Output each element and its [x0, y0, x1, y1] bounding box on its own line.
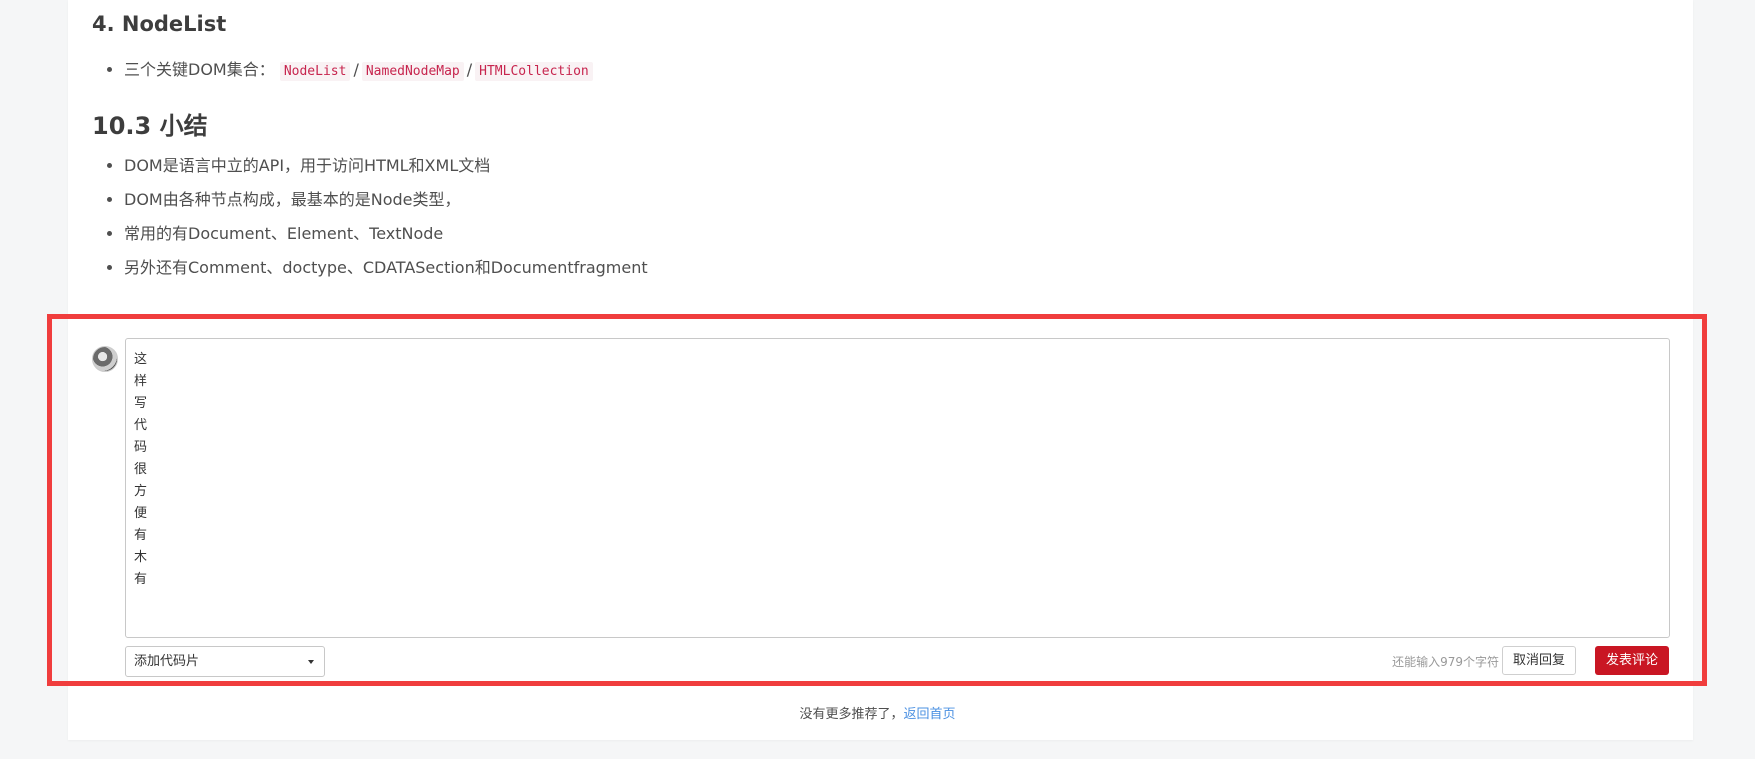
caret-down-icon	[308, 660, 314, 664]
submit-comment-button[interactable]: 发表评论	[1595, 646, 1669, 675]
comment-text-value: 这样写代码很方便有木有	[134, 352, 148, 587]
nodelist-bullet-list: 三个关键DOM集合： NodeList/NamedNodeMap/HTMLCol…	[104, 53, 593, 87]
user-avatar[interactable]	[92, 346, 118, 372]
cancel-reply-button[interactable]: 取消回复	[1502, 646, 1576, 675]
no-more-recommendations: 没有更多推荐了，返回首页	[0, 703, 1755, 722]
comment-textarea[interactable]: 这样写代码很方便有木有	[125, 338, 1670, 638]
list-item: DOM是语言中立的API，用于访问HTML和XML文档	[124, 149, 648, 183]
summary-bullet-list: DOM是语言中立的API，用于访问HTML和XML文档 DOM由各种节点构成，最…	[104, 149, 648, 285]
footer-text: 没有更多推荐了，	[799, 707, 904, 722]
list-item: 另外还有Comment、doctype、CDATASection和Documen…	[124, 251, 648, 285]
back-to-home-link[interactable]: 返回首页	[904, 707, 956, 722]
list-item: 三个关键DOM集合： NodeList/NamedNodeMap/HTMLCol…	[124, 53, 593, 87]
list-item: 常用的有Document、Element、TextNode	[124, 217, 648, 251]
select-label: 添加代码片	[134, 654, 200, 669]
separator: /	[353, 60, 359, 79]
code-htmlcollection: HTMLCollection	[475, 62, 593, 81]
list-item: DOM由各种节点构成，最基本的是Node类型，	[124, 183, 648, 217]
section-title-nodelist: 4. NodeList	[92, 12, 227, 36]
bullet-prefix: 三个关键DOM集合：	[124, 60, 275, 79]
code-namednodemap: NamedNodeMap	[361, 62, 464, 81]
code-nodelist: NodeList	[279, 62, 351, 81]
section-title-summary: 10.3 小结	[92, 112, 208, 140]
separator: /	[466, 60, 473, 79]
add-code-snippet-select[interactable]: 添加代码片	[125, 646, 325, 677]
remaining-char-count: 还能输入979个字符	[1392, 655, 1499, 669]
